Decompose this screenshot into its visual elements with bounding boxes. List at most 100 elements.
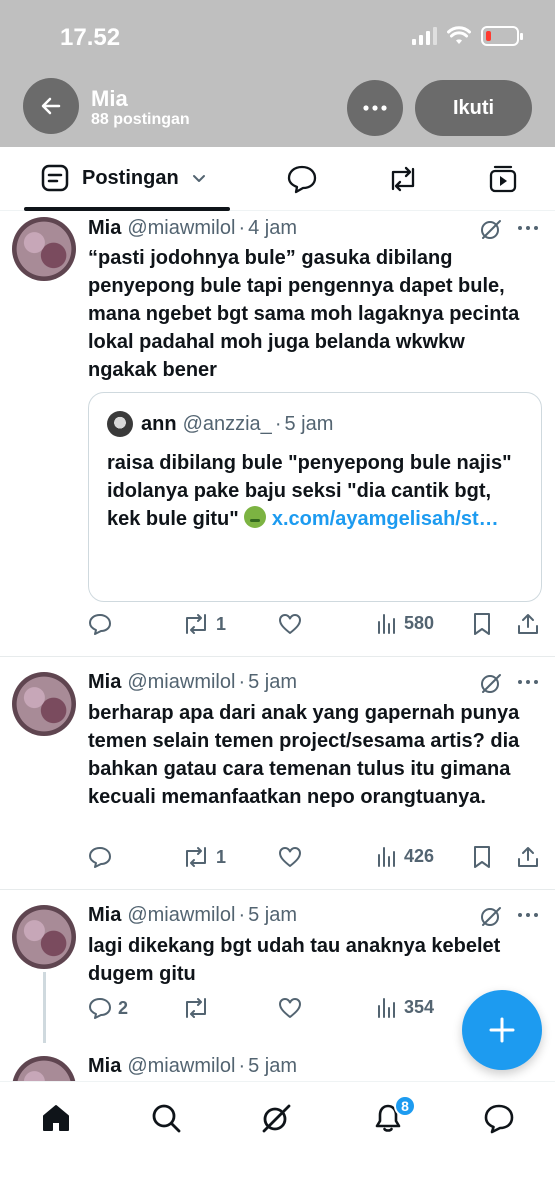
share-icon bbox=[518, 614, 538, 634]
post-text: “pasti jodohnya bule” gasuka dibilang pe… bbox=[88, 247, 520, 381]
repost-button[interactable]: 1 bbox=[182, 612, 226, 636]
author-handle[interactable]: @miawmilol bbox=[127, 671, 235, 694]
repost-icon bbox=[186, 998, 206, 1018]
author-handle[interactable]: @miawmilol bbox=[127, 904, 235, 927]
reply-count: 2 bbox=[118, 997, 129, 1018]
search-icon[interactable] bbox=[150, 1102, 182, 1134]
nauseated-face-emoji-icon bbox=[244, 506, 267, 528]
quoted-time: 5 jam bbox=[284, 413, 334, 435]
quoted-post[interactable]: ann @anzzia_ · 5 jam raisa dibilang bule… bbox=[88, 392, 542, 602]
grok-nav-icon[interactable] bbox=[260, 1102, 292, 1134]
author-handle[interactable]: @miawmilol bbox=[127, 1055, 235, 1078]
repost-count: 1 bbox=[216, 846, 227, 867]
repost-icon bbox=[186, 847, 206, 867]
views-button[interactable]: 580 bbox=[376, 612, 434, 634]
avatar[interactable] bbox=[12, 217, 76, 281]
view-count: 426 bbox=[404, 845, 435, 866]
battery-icon bbox=[481, 26, 523, 46]
share-button[interactable] bbox=[516, 612, 540, 636]
chevron-down-icon bbox=[192, 175, 205, 182]
quoted-header: ann @anzzia_ · 5 jam bbox=[141, 413, 334, 435]
post-header: Mia @miawmilol · 5 jam bbox=[88, 671, 298, 694]
reply-button[interactable] bbox=[88, 845, 118, 869]
author-name[interactable]: Mia bbox=[88, 904, 121, 927]
share-button[interactable] bbox=[516, 845, 540, 869]
grok-icon[interactable] bbox=[479, 904, 503, 928]
repost-count: 1 bbox=[216, 613, 227, 634]
view-count: 580 bbox=[404, 612, 435, 633]
author-name[interactable]: Mia bbox=[88, 1055, 121, 1078]
views-button[interactable]: 426 bbox=[376, 845, 434, 867]
post-actions: 1 426 bbox=[88, 845, 540, 871]
notifications-badge: 8 bbox=[394, 1095, 416, 1117]
views-icon bbox=[378, 998, 395, 1018]
tab-reposts-icon[interactable] bbox=[386, 164, 420, 194]
post-1[interactable]: Mia @miawmilol · 4 jam “pasti jodohnya b… bbox=[0, 211, 555, 657]
post-2[interactable]: Mia @miawmilol · 5 jam berharap apa dari… bbox=[0, 657, 555, 890]
bottom-nav: 8 bbox=[0, 1081, 555, 1200]
plus-icon bbox=[489, 1017, 515, 1043]
grok-icon[interactable] bbox=[479, 217, 503, 241]
quoted-author-handle: @anzzia_ bbox=[182, 413, 272, 435]
profile-tabs: Postingan bbox=[0, 147, 555, 211]
wifi-icon bbox=[447, 26, 471, 44]
more-options-button[interactable] bbox=[347, 80, 403, 136]
profile-header: 17.52 Mia 88 postingan Ikuti bbox=[0, 0, 555, 147]
posts-tab-icon bbox=[41, 164, 69, 192]
thread-line bbox=[43, 972, 46, 1043]
grok-icon[interactable] bbox=[479, 671, 503, 695]
quoted-link[interactable]: x.com/ayamgelisah/st… bbox=[272, 508, 499, 530]
like-button[interactable] bbox=[278, 612, 302, 636]
post-text: lagi dikekang bgt udah tau anaknya kebel… bbox=[88, 935, 501, 985]
back-button[interactable] bbox=[23, 78, 79, 134]
status-time: 17.52 bbox=[60, 24, 121, 51]
more-horizontal-icon bbox=[363, 105, 387, 111]
author-handle[interactable]: @miawmilol bbox=[127, 217, 235, 240]
messages-icon[interactable] bbox=[482, 1102, 516, 1134]
avatar[interactable] bbox=[12, 905, 76, 969]
quoted-author-name: ann bbox=[141, 413, 177, 435]
quoted-text-block: raisa dibilang bule "penyepong bule naji… bbox=[107, 449, 527, 533]
avatar[interactable] bbox=[12, 672, 76, 736]
post-header: Mia @miawmilol · 5 jam bbox=[88, 1055, 298, 1078]
repost-button[interactable]: 1 bbox=[182, 845, 226, 869]
post-header: Mia @miawmilol · 4 jam bbox=[88, 217, 298, 240]
post-time: 5 jam bbox=[248, 671, 298, 693]
post-time: 4 jam bbox=[248, 217, 298, 239]
post-time: 5 jam bbox=[248, 1055, 298, 1077]
heart-icon bbox=[279, 847, 301, 867]
like-button[interactable] bbox=[278, 996, 302, 1020]
profile-post-count: 88 postingan bbox=[91, 111, 190, 128]
author-name[interactable]: Mia bbox=[88, 217, 121, 240]
quoted-avatar bbox=[107, 411, 133, 437]
bookmark-button[interactable] bbox=[472, 845, 492, 869]
follow-button[interactable]: Ikuti bbox=[415, 80, 532, 136]
signal-icon bbox=[412, 27, 437, 45]
tab-posts[interactable]: Postingan bbox=[40, 163, 207, 193]
author-name[interactable]: Mia bbox=[88, 671, 121, 694]
heart-icon bbox=[279, 614, 301, 634]
reply-button[interactable] bbox=[88, 612, 118, 636]
heart-icon bbox=[279, 998, 301, 1018]
views-icon bbox=[378, 614, 395, 634]
repost-button[interactable] bbox=[182, 996, 216, 1020]
tab-media-icon[interactable] bbox=[488, 164, 518, 194]
post-text: berharap apa dari anak yang gapernah pun… bbox=[88, 702, 520, 808]
post-time: 5 jam bbox=[248, 904, 298, 926]
views-button[interactable]: 354 bbox=[376, 996, 434, 1018]
more-icon[interactable] bbox=[517, 912, 539, 918]
more-icon[interactable] bbox=[517, 225, 539, 231]
reply-button[interactable]: 2 bbox=[88, 996, 128, 1020]
share-icon bbox=[518, 847, 538, 867]
like-button[interactable] bbox=[278, 845, 302, 869]
views-icon bbox=[378, 847, 395, 867]
compose-post-button[interactable] bbox=[462, 990, 542, 1070]
avatar[interactable] bbox=[12, 1056, 76, 1081]
tab-replies-icon[interactable] bbox=[286, 164, 318, 194]
status-icons bbox=[412, 26, 523, 46]
more-icon[interactable] bbox=[517, 679, 539, 685]
profile-name: Mia bbox=[91, 86, 128, 111]
arrow-left-icon bbox=[41, 97, 61, 115]
home-icon[interactable] bbox=[40, 1102, 72, 1134]
bookmark-button[interactable] bbox=[472, 612, 492, 636]
